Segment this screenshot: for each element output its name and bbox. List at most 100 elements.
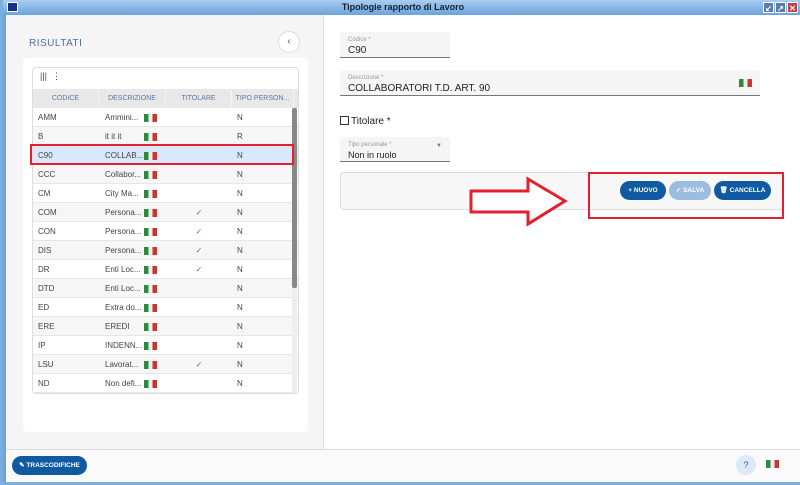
table-row[interactable]: DTD Enti Loc... N xyxy=(33,279,298,298)
table-row[interactable]: CCC Collabor... N xyxy=(33,165,298,184)
more-icon[interactable]: ⋮ xyxy=(52,71,61,81)
cell-desc: it it it xyxy=(99,127,166,145)
cell-tipo: N xyxy=(237,265,243,274)
cell-desc: Ammini... xyxy=(99,108,166,126)
col-descrizione[interactable]: DESCRIZIONE xyxy=(99,89,166,108)
cell-code: CCC xyxy=(38,170,56,179)
columns-icon[interactable]: ||| xyxy=(40,71,47,81)
check-icon xyxy=(166,127,232,145)
cell-code: ERE xyxy=(38,322,55,331)
app-icon xyxy=(7,2,18,12)
table-row[interactable]: ND Non defi... N xyxy=(33,374,298,393)
cell-tipo: N xyxy=(237,189,243,198)
col-titolare[interactable]: TITOLARE xyxy=(166,89,232,108)
table-row[interactable]: COM Persona... ✓ N xyxy=(33,203,298,222)
flag-icon[interactable] xyxy=(144,266,157,274)
flag-icon[interactable] xyxy=(144,190,157,198)
table-row[interactable]: DR Enti Loc... ✓ N xyxy=(33,260,298,279)
desc-text: INDENN... xyxy=(105,341,143,350)
table-row[interactable]: DIS Persona... ✓ N xyxy=(33,241,298,260)
check-icon xyxy=(166,184,232,202)
tipo-personale-select[interactable]: Tipo personale * Non in ruolo ▼ xyxy=(340,137,450,162)
flag-icon[interactable] xyxy=(144,380,157,388)
desc-text: Lavorat... xyxy=(105,360,139,369)
desc-text: Persona... xyxy=(105,208,142,217)
table-row[interactable]: ERE EREDI N xyxy=(33,317,298,336)
close-icon[interactable]: ✕ xyxy=(787,2,798,13)
desc-text: City Ma... xyxy=(105,189,139,198)
cell-code: DR xyxy=(38,265,50,274)
cell-code: LSU xyxy=(38,360,54,369)
cell-desc: Enti Loc... xyxy=(99,279,166,297)
highlight-box xyxy=(588,172,784,219)
table-row[interactable]: LSU Lavorat... ✓ N xyxy=(33,355,298,374)
cell-desc: EREDI xyxy=(99,317,166,335)
flag-icon[interactable] xyxy=(144,133,157,141)
flag-icon[interactable] xyxy=(144,323,157,331)
cell-tipo: N xyxy=(237,246,243,255)
minimize-icon[interactable]: ↙ xyxy=(763,2,774,13)
titolare-label: Titolare * xyxy=(351,116,391,127)
titolare-checkbox[interactable]: Titolare * xyxy=(340,116,391,127)
checkbox-icon[interactable] xyxy=(340,116,349,125)
cell-desc: INDENN... xyxy=(99,336,166,354)
desc-text: Collabor... xyxy=(105,170,142,179)
cell-desc: Persona... xyxy=(99,241,166,259)
flag-icon[interactable] xyxy=(144,342,157,350)
check-icon xyxy=(166,108,232,126)
table-row[interactable]: ED Extra do... N xyxy=(33,298,298,317)
trascodifiche-label: TRASCODIFICHE xyxy=(26,462,80,469)
flag-icon[interactable] xyxy=(144,285,157,293)
window-title: Tipologie rapporto di Lavoro xyxy=(341,2,465,12)
cell-tipo: N xyxy=(237,379,243,388)
cell-code: B xyxy=(38,132,44,141)
flag-icon[interactable] xyxy=(144,247,157,255)
collapse-button[interactable]: ‹ xyxy=(278,31,300,53)
table-header: CODICE DESCRIZIONE TITOLARE TIPO PERSON.… xyxy=(33,89,298,108)
descrizione-value: COLLABORATORI T.D. ART. 90 xyxy=(348,83,491,94)
table-row[interactable]: CM City Ma... N xyxy=(33,184,298,203)
flag-icon[interactable] xyxy=(144,361,157,369)
desc-text: Extra do... xyxy=(105,303,142,312)
flag-icon[interactable] xyxy=(144,171,157,179)
cell-code: DTD xyxy=(38,284,55,293)
title-bar: Tipologie rapporto di Lavoro ↙ ↗ ✕ xyxy=(3,0,800,15)
cell-tipo: N xyxy=(237,113,243,122)
flag-icon[interactable] xyxy=(144,114,157,122)
table-row[interactable]: IP INDENN... N xyxy=(33,336,298,355)
cell-desc: Lavorat... xyxy=(99,355,166,373)
codice-label: Codice * xyxy=(348,37,371,43)
cell-desc: Collabor... xyxy=(99,165,166,183)
cell-tipo: N xyxy=(237,227,243,236)
app-window: Tipologie rapporto di Lavoro ↙ ↗ ✕ RISUL… xyxy=(0,0,800,485)
col-codice[interactable]: CODICE xyxy=(33,89,99,108)
check-icon: ✓ xyxy=(195,208,203,217)
table-row[interactable]: CON Persona... ✓ N xyxy=(33,222,298,241)
cell-code: ED xyxy=(38,303,50,312)
check-icon xyxy=(166,165,232,183)
cell-code: CM xyxy=(38,189,51,198)
help-button[interactable]: ? xyxy=(736,455,756,475)
col-tipo[interactable]: TIPO PERSON... xyxy=(232,89,294,108)
desc-text: Ammini... xyxy=(105,113,139,122)
desc-text: Persona... xyxy=(105,246,142,255)
flag-icon[interactable] xyxy=(144,304,157,312)
maximize-icon[interactable]: ↗ xyxy=(775,2,786,13)
check-icon xyxy=(166,279,232,297)
flag-icon[interactable] xyxy=(739,79,752,87)
table-row[interactable]: AMM Ammini... N xyxy=(33,108,298,127)
codice-field[interactable]: Codice * C90 xyxy=(340,32,450,58)
descrizione-label: Descrizione * xyxy=(348,75,384,81)
cell-desc: Persona... xyxy=(99,222,166,240)
arrow-annotation xyxy=(469,176,568,227)
flag-icon[interactable] xyxy=(144,228,157,236)
cell-desc: Non defi... xyxy=(99,374,166,392)
flag-icon[interactable] xyxy=(144,209,157,217)
trascodifiche-button[interactable]: ✎ TRASCODIFICHE xyxy=(12,456,87,475)
cell-tipo: N xyxy=(237,303,243,312)
language-flag-icon[interactable] xyxy=(766,460,779,468)
scrollbar-thumb[interactable] xyxy=(292,108,297,288)
desc-text: it it it xyxy=(105,132,122,141)
footer xyxy=(6,449,800,482)
descrizione-field[interactable]: Descrizione * COLLABORATORI T.D. ART. 90 xyxy=(340,70,760,96)
